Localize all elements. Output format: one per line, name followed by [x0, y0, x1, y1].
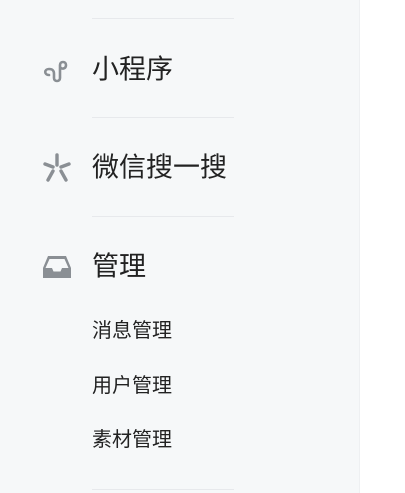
sidebar-item-manage[interactable]: 管理 [0, 237, 360, 297]
sidebar-subitem-material-manage[interactable]: 素材管理 [92, 429, 172, 449]
sidebar-item-mini-program[interactable]: 小程序 [0, 40, 360, 100]
sidebar-item-label: 管理 [92, 251, 146, 283]
sidebar-item-label: 小程序 [92, 54, 173, 86]
sidebar-item-label: 微信搜一搜 [92, 152, 227, 184]
menu-divider [92, 117, 234, 118]
sidebar-subitem-user-manage[interactable]: 用户管理 [92, 375, 172, 395]
sidebar-subitem-message-manage[interactable]: 消息管理 [92, 320, 172, 340]
sidebar-nav: 小程序 微信搜一搜 管理 消息管理 用户管理 素材管理 [0, 0, 360, 493]
menu-divider [92, 489, 234, 490]
wechat-search-icon [40, 151, 74, 185]
menu-divider [92, 18, 234, 19]
inbox-tray-icon [40, 250, 74, 284]
menu-divider [92, 216, 234, 217]
sidebar-item-wechat-search[interactable]: 微信搜一搜 [0, 138, 360, 198]
mini-program-icon [40, 53, 74, 87]
